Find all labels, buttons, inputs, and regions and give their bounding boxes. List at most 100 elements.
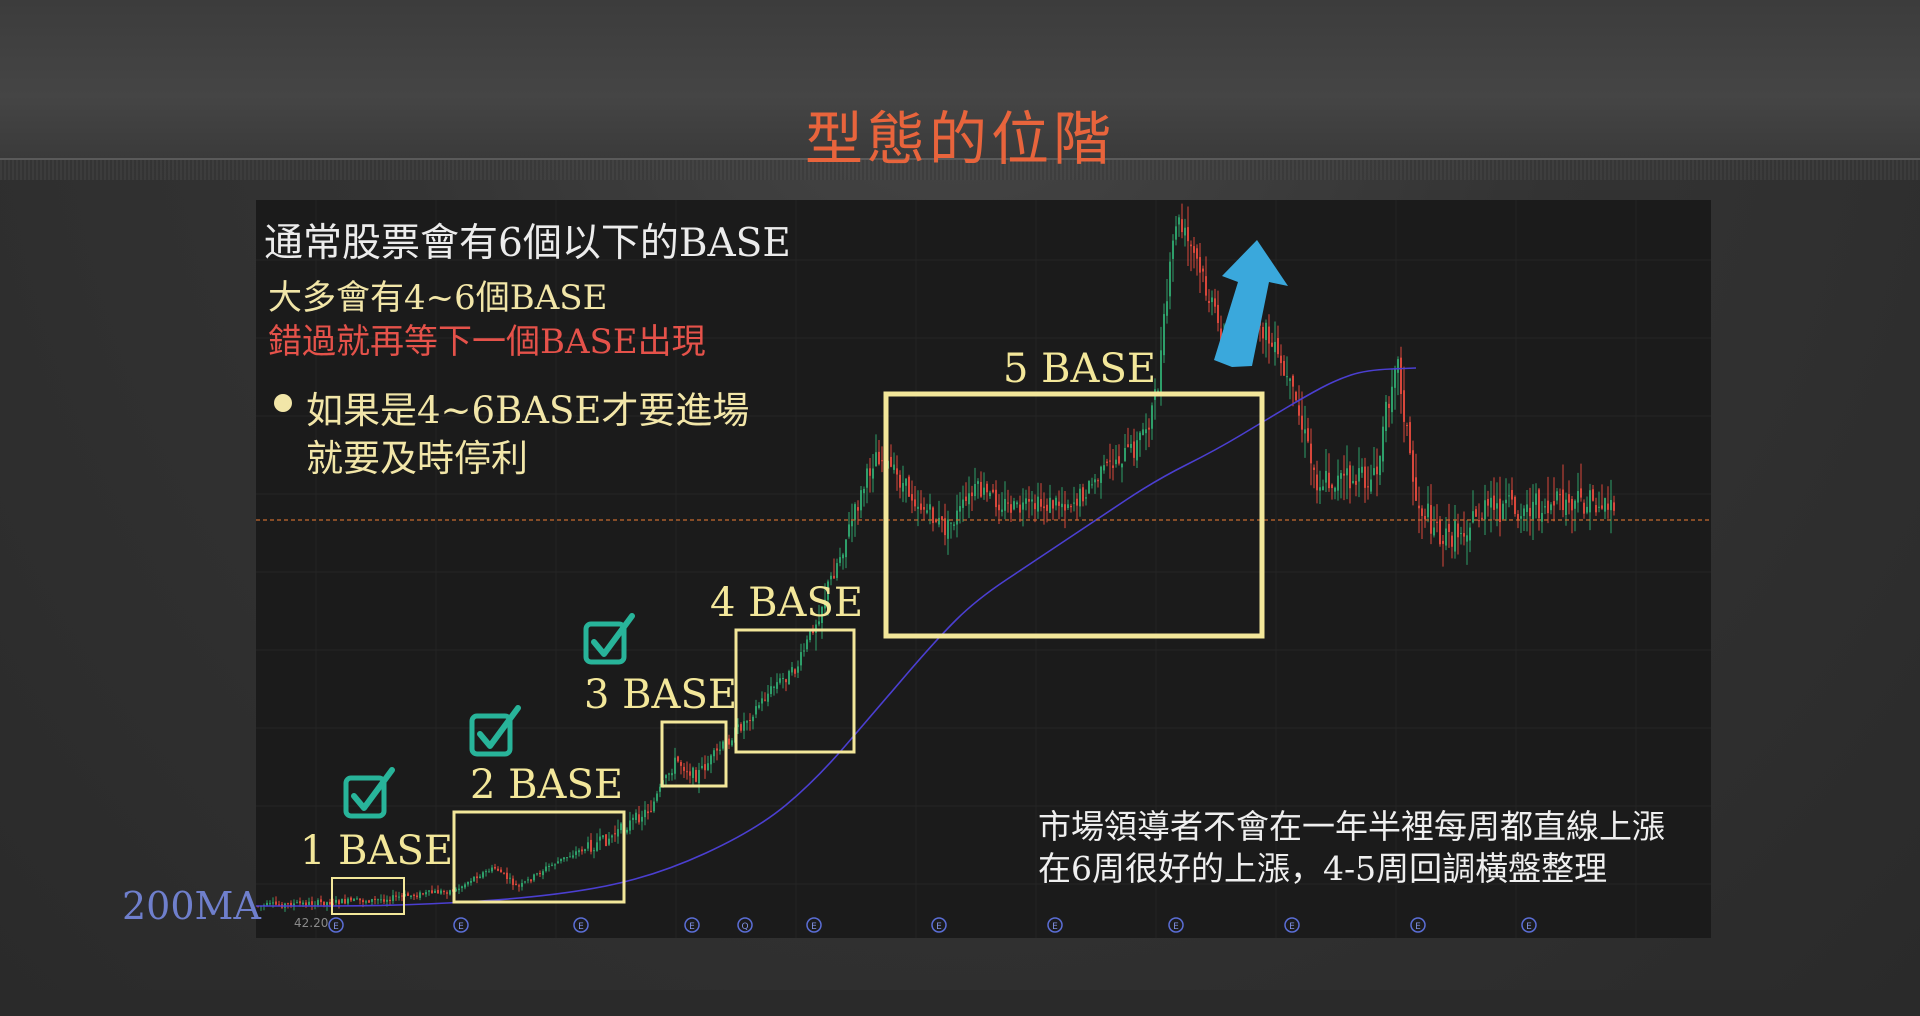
candle-body	[266, 902, 268, 906]
candle-body	[719, 749, 721, 751]
candle-body	[1583, 502, 1585, 514]
candle-body	[1376, 466, 1378, 475]
candle-body	[1586, 506, 1588, 513]
candle-body	[785, 679, 787, 683]
candle-body	[392, 895, 394, 901]
event-marker-label: E	[1289, 922, 1295, 932]
candle-body	[1544, 506, 1546, 508]
base-label-2: 2 BASE	[470, 762, 624, 808]
candle-body	[1097, 480, 1099, 482]
candle-body	[1397, 359, 1399, 373]
candle-body	[545, 866, 547, 872]
candle-body	[1211, 297, 1213, 303]
candle-body	[1469, 527, 1471, 541]
candle-body	[1436, 521, 1438, 523]
candle-body	[836, 563, 838, 578]
candle-body	[1592, 489, 1594, 501]
check-icon	[583, 613, 635, 665]
candle-body	[377, 899, 379, 901]
candle-body	[1163, 314, 1165, 356]
candle-body	[467, 882, 469, 885]
candle-body	[1598, 506, 1600, 508]
candle-body	[1103, 465, 1105, 471]
candle-body	[947, 519, 949, 539]
candle-body	[1022, 502, 1024, 510]
candle-body	[356, 898, 358, 900]
candle-body	[614, 833, 616, 835]
candle-body	[1406, 425, 1408, 427]
candle-body	[587, 842, 589, 849]
candle-body	[1535, 493, 1537, 505]
candle-body	[1460, 533, 1462, 535]
candle-body	[401, 895, 403, 897]
candle-body	[1427, 503, 1429, 518]
breakout-arrow	[1214, 240, 1288, 367]
event-marker-label: E	[811, 922, 817, 932]
candle-body	[542, 871, 544, 876]
candle-body	[1289, 378, 1291, 381]
candle-body	[590, 839, 592, 852]
candle-body	[500, 869, 502, 873]
candle-body	[551, 864, 553, 866]
base-label-1: 1 BASE	[300, 828, 454, 874]
candle-body	[761, 698, 763, 704]
candle-body	[407, 893, 409, 896]
candle-body	[479, 876, 481, 879]
candle-body	[1061, 503, 1063, 508]
candle-body	[740, 724, 742, 731]
candle-body	[1379, 455, 1381, 476]
candle-body	[1016, 502, 1018, 505]
event-marker-label: E	[1052, 922, 1058, 932]
candle-body	[917, 506, 919, 509]
candle-body	[497, 868, 499, 871]
candle-body	[1292, 375, 1294, 387]
candle-body	[509, 877, 511, 879]
candle-body	[368, 900, 370, 903]
candle-body	[1007, 502, 1009, 504]
candle-body	[896, 468, 898, 475]
slide-title: 型態的位階	[804, 105, 1115, 173]
candle-body	[1199, 257, 1201, 273]
candle-body	[1334, 487, 1336, 492]
candle-body	[1313, 467, 1315, 470]
candle-body	[1577, 491, 1579, 503]
candle-body	[722, 741, 724, 749]
candle-body	[1151, 405, 1153, 429]
candle-body	[365, 901, 367, 903]
candle-body	[1331, 484, 1333, 489]
candle-body	[1565, 499, 1567, 516]
candle-body	[983, 487, 985, 495]
candle-body	[464, 884, 466, 888]
candle-body	[908, 476, 910, 497]
candle-body	[1073, 502, 1075, 504]
candle-body	[770, 686, 772, 694]
event-marker-label: E	[1526, 922, 1532, 932]
candle-body	[1415, 477, 1417, 501]
candle-body	[1532, 501, 1534, 520]
candle-body	[1025, 498, 1027, 504]
candle-body	[371, 899, 373, 902]
candle-body	[1550, 504, 1552, 511]
candle-body	[1271, 342, 1273, 347]
candle-body	[1529, 507, 1531, 517]
candle-body	[374, 898, 376, 900]
candle-body	[845, 539, 847, 558]
candle-body	[791, 667, 793, 673]
candle-body	[902, 482, 904, 492]
candle-body	[1205, 276, 1207, 296]
candle-body	[1568, 494, 1570, 503]
candle-body	[698, 770, 700, 784]
event-marker: E	[931, 917, 947, 933]
candle-body	[1361, 466, 1363, 473]
candle-body	[932, 507, 934, 524]
candle-body	[1409, 422, 1411, 454]
candle-body	[1358, 468, 1360, 482]
candle-body	[1508, 495, 1510, 497]
candle-body	[1295, 391, 1297, 401]
candle-body	[1421, 508, 1423, 516]
candle-body	[1202, 268, 1204, 272]
candle-body	[1418, 505, 1420, 509]
candle-body	[1433, 527, 1435, 536]
candle-body	[1034, 503, 1036, 510]
candle-body	[398, 896, 400, 898]
